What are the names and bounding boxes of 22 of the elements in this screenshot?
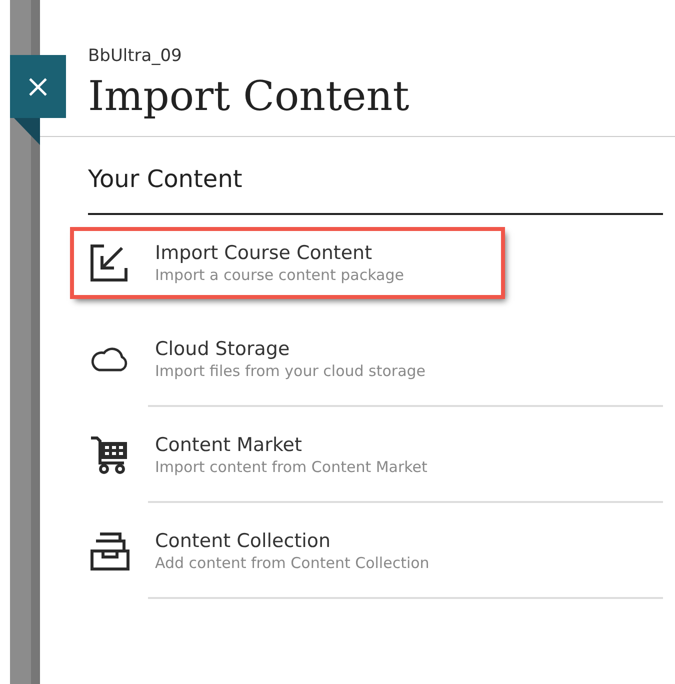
content-source-item[interactable]: Content Collection Add content from Content Collection [88,503,663,599]
content-source-item[interactable]: Import Course Content Import a course content package [72,229,503,297]
course-name: BbUltra_09 [88,46,183,66]
inbox-tray-icon [90,531,130,571]
item-description: Import a course content package [155,266,404,284]
close-icon [27,76,49,98]
item-title: Import Course Content [155,242,374,264]
tab-fold-icon [14,118,40,145]
close-button[interactable] [10,55,66,118]
item-description: Import content from Content Market [155,458,428,476]
item-title: Content Collection [155,530,332,552]
shopping-cart-icon [90,435,130,475]
item-title: Cloud Storage [155,338,291,360]
content-source-item[interactable]: Cloud Storage Import files from your cloud storage [88,311,663,407]
content-source-item[interactable]: Content Market Import content from Content Market [88,407,663,503]
item-description: Add content from Content Collection [155,554,430,572]
item-description: Import files from your cloud storage [155,362,426,380]
section-heading: Your Content [88,165,663,215]
item-title: Content Market [155,434,303,456]
cloud-icon [90,345,130,373]
panel-title: Import Content [88,72,410,120]
import-arrow-icon [90,244,128,282]
